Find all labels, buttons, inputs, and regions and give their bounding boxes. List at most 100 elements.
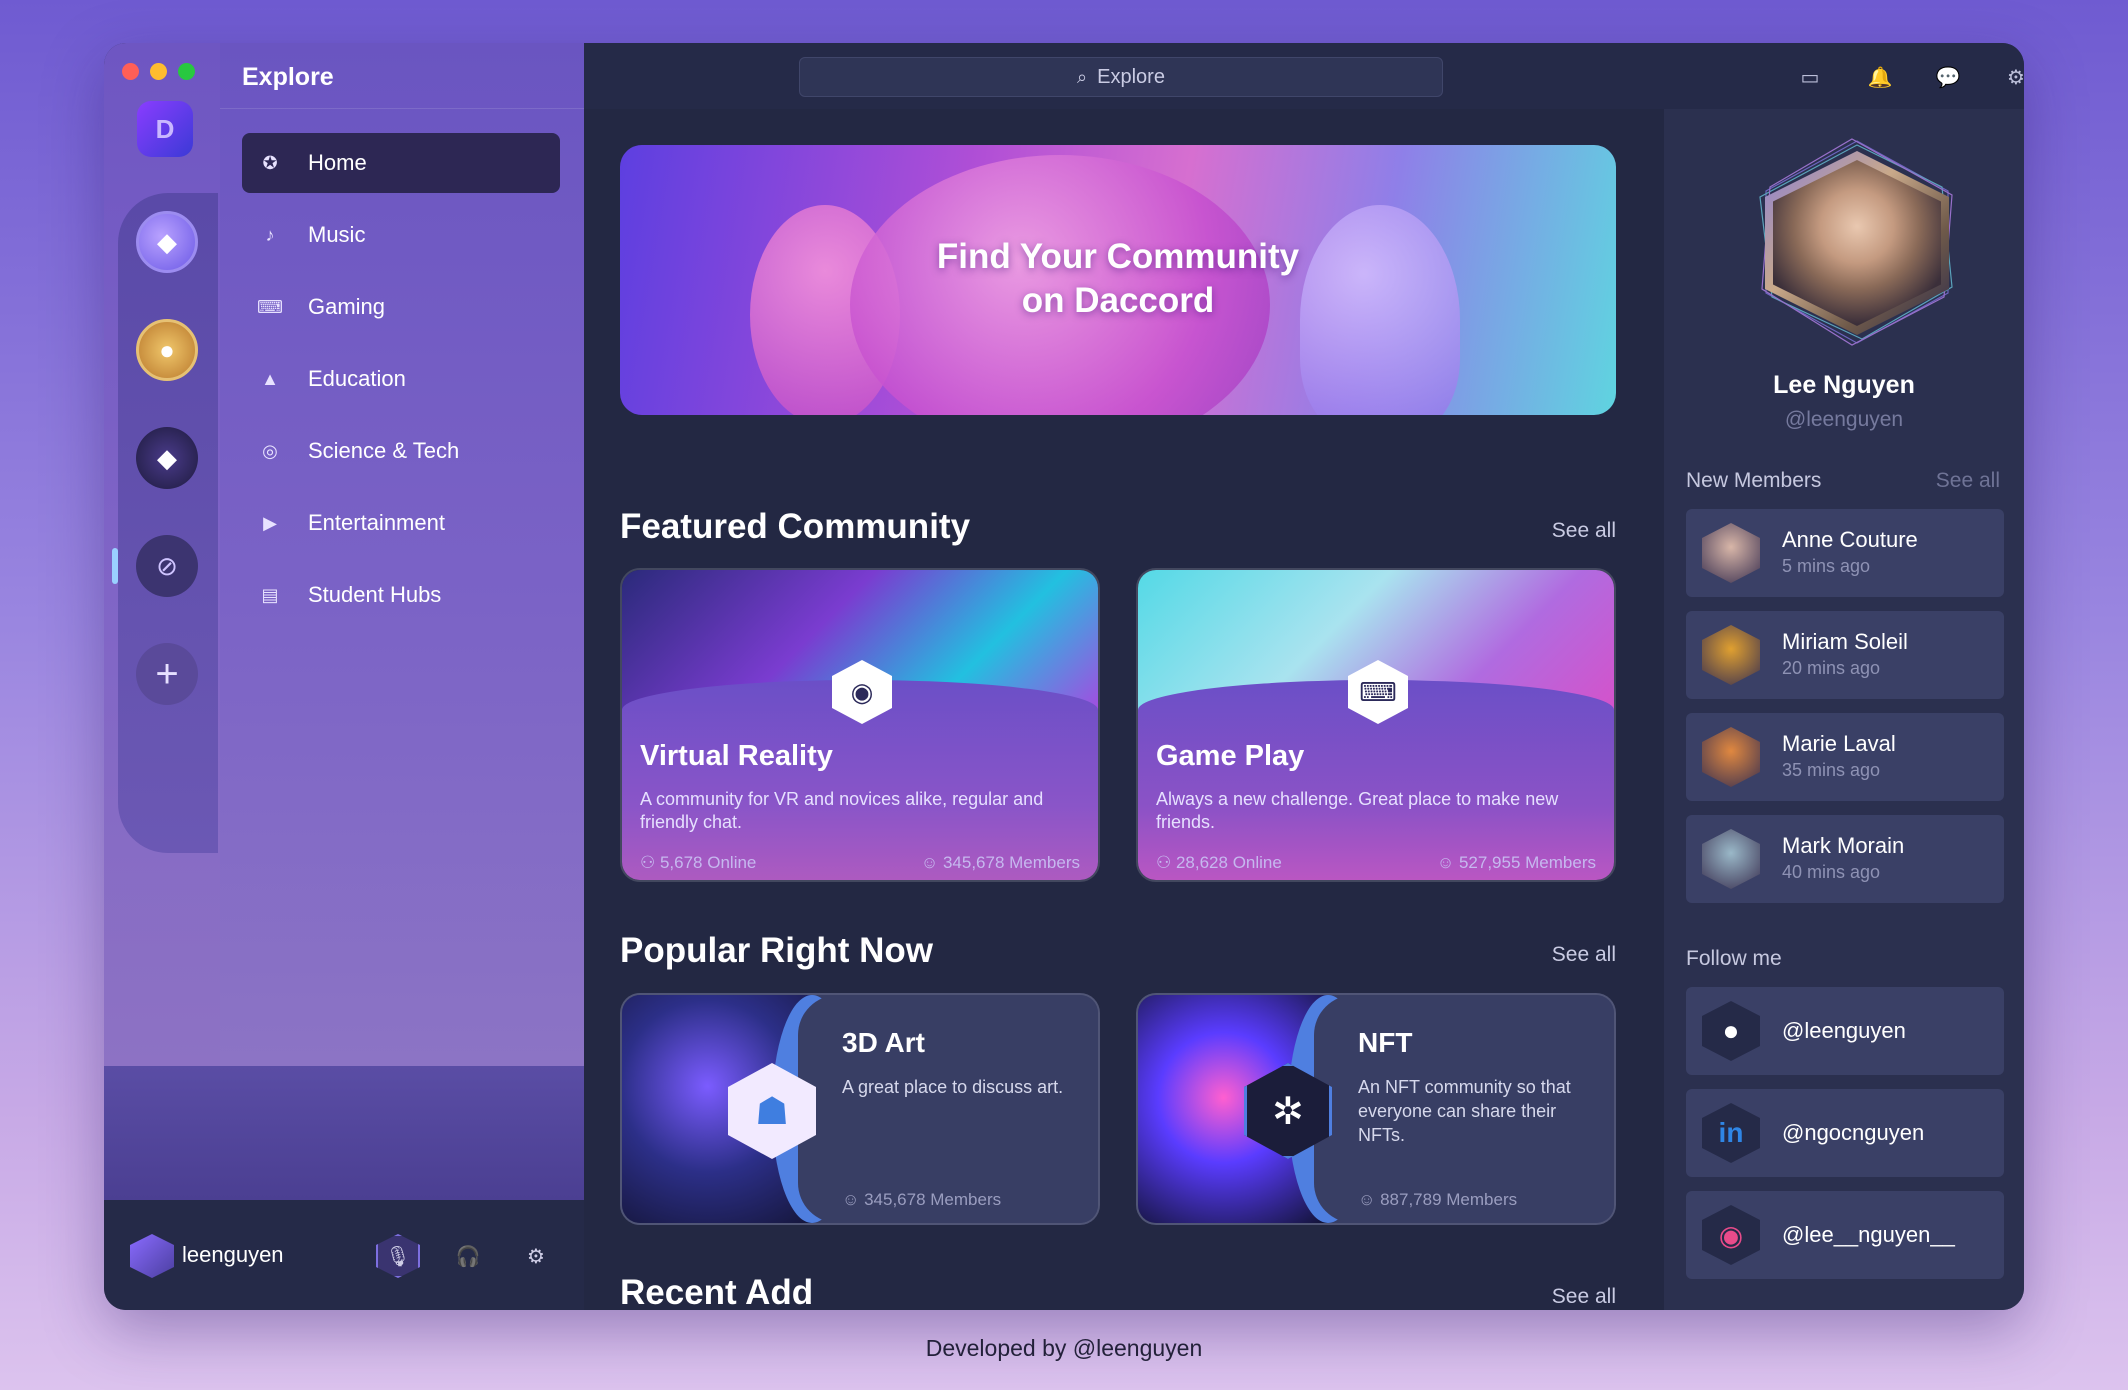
member-name: Anne Couture [1782, 527, 1918, 552]
member-card[interactable]: Anne Couture 5 mins ago [1686, 509, 2004, 597]
member-count: ☺ 345,678 Members [920, 853, 1080, 872]
sidebar-item-entertainment[interactable]: ▶ Entertainment [242, 493, 560, 553]
featured-card-gameplay[interactable]: ⌨ Game Play Always a new challenge. Grea… [1136, 568, 1616, 882]
follow-title: Follow me [1686, 947, 1782, 970]
user-settings-icon[interactable]: ⚙ [514, 1234, 558, 1278]
member-time: 35 mins ago [1782, 760, 1881, 780]
recent-title: Recent Add [620, 1273, 814, 1310]
audio-waveform-icon [161, 1098, 525, 1174]
member-card[interactable]: Mark Morain 40 mins ago [1686, 815, 2004, 903]
popular-title: Popular Right Now [620, 931, 934, 970]
play-icon: ▶ [263, 512, 277, 533]
sidebar-item-science-tech[interactable]: ◎ Science & Tech [242, 421, 560, 481]
right-panel: Lee Nguyen @leenguyen New Members See al… [1664, 109, 2024, 1310]
sidebar-item-student-hubs[interactable]: ▤ Student Hubs [242, 565, 560, 625]
chat-icon[interactable]: 💬 [1934, 63, 1962, 91]
social-handle: @ngocnguyen [1782, 1120, 1925, 1145]
inbox-icon[interactable]: ▭ [1796, 63, 1824, 91]
active-server-indicator [112, 548, 118, 584]
user-name: leenguyen [182, 1242, 284, 1267]
social-handle: @leenguyen [1782, 1018, 1906, 1043]
sidebar-item-label: Science & Tech [308, 438, 460, 463]
search-input[interactable]: ⌕ Explore [799, 57, 1443, 97]
footer-credit: Developed by @leenguyen [925, 1335, 1203, 1361]
app-window: D ◆ ● ◆ ⊘ + Explore ✪ Home ♪ Music ⌨ Gaming ▲ E… [104, 43, 2024, 1310]
sidebar-item-education[interactable]: ▲ Education [242, 349, 560, 409]
main-content: Find Your Community on Daccord Featured … [584, 109, 1664, 1310]
sidebar-item-gaming[interactable]: ⌨ Gaming [242, 277, 560, 337]
sidebar-item-label: Student Hubs [308, 582, 442, 607]
server-gem-icon[interactable]: ◆ [136, 427, 198, 489]
card-title: 3D Art [842, 1027, 925, 1058]
popular-card-nft[interactable]: ✲ NFT An NFT community so that everyone … [1136, 993, 1616, 1225]
microphone-icon[interactable]: 🎙 [376, 1234, 420, 1278]
member-avatar [1702, 523, 1760, 583]
minimize-window-button[interactable] [150, 63, 167, 80]
explore-compass-icon[interactable]: ⊘ [136, 535, 198, 597]
social-link[interactable]: ◉ @lee__nguyen__ [1686, 1191, 2004, 1279]
sidebar-item-label: Home [308, 150, 367, 175]
social-link[interactable]: ● @leenguyen [1686, 987, 2004, 1075]
online-count: ⚇ 28,628 Online [1156, 853, 1282, 872]
online-count-text: 28,628 Online [1175, 853, 1282, 872]
hero-banner[interactable]: Find Your Community on Daccord [620, 145, 1616, 415]
online-count-text: 5,678 Online [659, 853, 757, 872]
sidebar-item-label: Education [308, 366, 406, 391]
close-window-button[interactable] [122, 63, 139, 80]
new-members-see-all-link[interactable]: See all [1936, 469, 2000, 493]
music-icon: ♪ [265, 224, 275, 245]
member-count: ☺ 527,955 Members [1436, 853, 1596, 872]
member-time: 20 mins ago [1782, 658, 1881, 678]
member-count: ☺ 345,678 Members [842, 1190, 1002, 1209]
sidebar-item-home[interactable]: ✪ Home [242, 133, 560, 193]
card-description: A great place to discuss art. [842, 1077, 1064, 1097]
card-description: A community for VR and novices alike, re… [640, 789, 1044, 832]
profile-name: Lee Nguyen [1773, 371, 1915, 399]
recent-see-all-link[interactable]: See all [1552, 1285, 1616, 1309]
server-rail: D ◆ ● ◆ ⊘ + [104, 43, 220, 1066]
top-bar: ⌕ Explore ▭ 🔔 💬 ⚙ [584, 43, 2024, 109]
server-rail-strip [118, 193, 218, 853]
member-count-text: 527,955 Members [1458, 853, 1596, 872]
popular-card-3d-art[interactable]: ☗ 3D Art A great place to discuss art. ☺… [620, 993, 1100, 1225]
maximize-window-button[interactable] [178, 63, 195, 80]
member-count-text: 345,678 Members [942, 853, 1080, 872]
gamepad-icon: ⌨ [257, 296, 283, 317]
sidebar-item-music[interactable]: ♪ Music [242, 205, 560, 265]
featured-see-all-link[interactable]: See all [1552, 519, 1616, 543]
member-count: ☺ 887,789 Members [1358, 1190, 1518, 1209]
hero-title-line2: on Daccord [1021, 281, 1215, 320]
add-server-button[interactable]: + [136, 643, 198, 705]
member-name: Mark Morain [1782, 833, 1905, 858]
gear-icon[interactable]: ⚙ [2002, 63, 2024, 91]
graduation-cap-icon: ▲ [261, 368, 279, 389]
voice-visualizer [104, 1066, 584, 1200]
server-food-icon[interactable]: ● [136, 319, 198, 381]
sidebar-divider [220, 108, 584, 109]
card-title: Game Play [1156, 740, 1305, 772]
card-title: NFT [1358, 1027, 1413, 1058]
member-avatar [1702, 625, 1760, 685]
member-avatar [1702, 829, 1760, 889]
featured-title: Featured Community [620, 507, 971, 546]
sidebar-title: Explore [242, 63, 334, 91]
card-description: An NFT community so that everyone can sh… [1358, 1077, 1571, 1145]
member-count-text: 887,789 Members [1380, 1190, 1518, 1209]
hero-title-line1: Find Your Community [936, 237, 1300, 276]
app-logo-icon[interactable]: D [137, 101, 193, 157]
profile-handle: @leenguyen [1784, 408, 1904, 431]
server-crystal-icon[interactable]: ◆ [136, 211, 198, 273]
social-link[interactable]: in @ngocnguyen [1686, 1089, 2004, 1177]
bell-icon[interactable]: 🔔 [1866, 63, 1894, 91]
member-card[interactable]: Miriam Soleil 20 mins ago [1686, 611, 2004, 699]
member-card[interactable]: Marie Laval 35 mins ago [1686, 713, 2004, 801]
compass-icon: ✪ [262, 152, 278, 173]
popular-see-all-link[interactable]: See all [1552, 943, 1616, 967]
user-avatar[interactable] [130, 1234, 174, 1278]
user-bar: leenguyen 🎙 🎧 ⚙ [104, 1200, 584, 1310]
linkedin-icon: in [1702, 1103, 1760, 1163]
member-name: Marie Laval [1782, 731, 1896, 756]
headphones-icon[interactable]: 🎧 [446, 1234, 490, 1278]
featured-card-vr[interactable]: ◉ Virtual Reality A community for VR and… [620, 568, 1100, 882]
member-avatar [1702, 727, 1760, 787]
